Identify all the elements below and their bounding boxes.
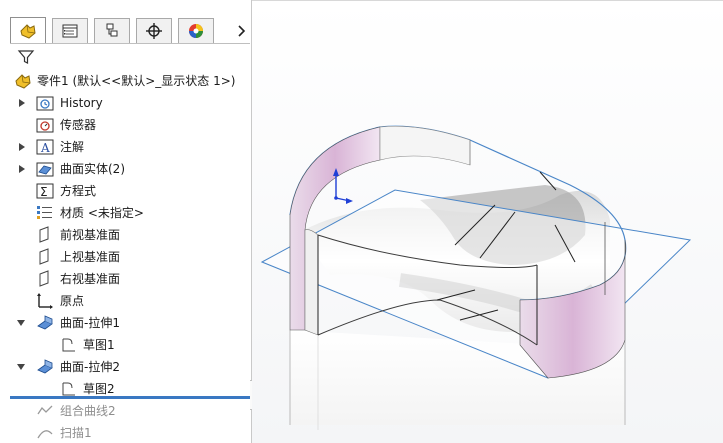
- tree-item-surface-extrude2[interactable]: 曲面-拉伸2: [0, 356, 251, 378]
- tree-item-label: 草图1: [83, 338, 115, 352]
- annotation-icon: A: [36, 139, 54, 155]
- tree-item-label: 曲面-拉伸1: [60, 316, 120, 330]
- collapse-arrow-icon[interactable]: [16, 362, 26, 372]
- viewport-border: [252, 0, 723, 443]
- tree-item-annotations[interactable]: A 注解: [0, 136, 251, 158]
- surface-extrude-icon: [37, 359, 53, 374]
- expand-arrow-icon[interactable]: [17, 142, 27, 152]
- featuremanager-icon: [20, 23, 36, 39]
- tree-root[interactable]: 零件1 (默认<<默认>_显示状态 1>): [0, 70, 251, 92]
- tree-item-history[interactable]: History: [0, 92, 251, 114]
- chevron-right-icon: [238, 24, 246, 37]
- tree-item-label: 注解: [60, 140, 85, 154]
- equations-icon: Σ: [36, 183, 54, 199]
- rollback-bar[interactable]: [10, 396, 250, 399]
- tree-item-surface-extrude1[interactable]: 曲面-拉伸1: [0, 312, 251, 334]
- configurationmanager-icon: [106, 23, 118, 37]
- tree-item-label: 前视基准面: [60, 228, 121, 242]
- tree-item-label: 方程式: [60, 184, 97, 198]
- tree-item-label: 草图2: [83, 382, 115, 396]
- tree-item-right-plane[interactable]: 右视基准面: [0, 268, 251, 290]
- tree-item-sensors[interactable]: 传感器: [0, 114, 251, 136]
- tree-item-label: 原点: [60, 294, 85, 308]
- collapse-arrow-icon[interactable]: [16, 318, 26, 328]
- part-icon: [15, 74, 31, 89]
- tree-item-label: 上视基准面: [60, 250, 121, 264]
- tree-item-composite-curve2[interactable]: 组合曲线2: [0, 400, 251, 422]
- origin-icon: [37, 293, 53, 309]
- material-icon: [37, 206, 52, 219]
- sensor-icon: [36, 118, 54, 133]
- tree-item-label: History: [60, 96, 103, 110]
- plane-icon: [39, 226, 49, 243]
- tree-root-label: 零件1 (默认<<默认>_显示状态 1>): [37, 74, 236, 88]
- tab-dimxpertmanager[interactable]: [136, 18, 172, 43]
- expand-arrow-icon[interactable]: [17, 164, 27, 174]
- surface-extrude-icon: [37, 315, 53, 330]
- tree-item-label: 材质 <未指定>: [60, 206, 144, 220]
- tree-item-label: 右视基准面: [60, 272, 121, 286]
- expand-arrow-icon[interactable]: [17, 98, 27, 108]
- svg-text:Σ: Σ: [40, 185, 48, 199]
- tree-item-label: 扫描1: [60, 426, 92, 440]
- tree-item-label: 曲面实体(2): [60, 162, 125, 176]
- manager-tab-bar: [10, 16, 250, 44]
- tree-item-surface-bodies[interactable]: 曲面实体(2): [0, 158, 251, 180]
- tree-item-sweep1[interactable]: 扫描1: [0, 422, 251, 443]
- tab-featuremanager[interactable]: [10, 17, 46, 43]
- crosshair-icon: [146, 23, 162, 39]
- tree-item-label: 组合曲线2: [60, 404, 116, 418]
- tab-configurationmanager[interactable]: [94, 18, 130, 43]
- tree-item-label: 传感器: [60, 118, 97, 132]
- feature-manager-panel: 零件1 (默认<<默认>_显示状态 1>) History 传感器 A 注解 曲…: [0, 0, 252, 443]
- tab-propertymanager[interactable]: [52, 18, 88, 43]
- propertymanager-icon: [62, 24, 78, 38]
- tree-item-material[interactable]: 材质 <未指定>: [0, 202, 251, 224]
- filter-row: [12, 46, 248, 68]
- tree-item-origin[interactable]: 原点: [0, 290, 251, 312]
- tree-item-top-plane[interactable]: 上视基准面: [0, 246, 251, 268]
- history-folder-icon: [36, 96, 54, 111]
- filter-icon[interactable]: [17, 48, 35, 66]
- tree-item-equations[interactable]: Σ 方程式: [0, 180, 251, 202]
- sweep-icon: [37, 430, 53, 439]
- tab-displaymanager[interactable]: [178, 18, 214, 43]
- tree-item-sketch1[interactable]: 草图1: [0, 334, 251, 356]
- plane-icon: [39, 270, 49, 287]
- displaymanager-icon: [189, 24, 203, 38]
- more-tabs-button[interactable]: [232, 18, 250, 43]
- composite-curve-icon: [37, 405, 53, 415]
- tree-item-label: 曲面-拉伸2: [60, 360, 120, 374]
- surface-bodies-icon: [36, 162, 54, 177]
- svg-text:A: A: [40, 141, 50, 155]
- plane-icon: [39, 248, 49, 265]
- tree-item-front-plane[interactable]: 前视基准面: [0, 224, 251, 246]
- sketch-icon: [62, 338, 75, 352]
